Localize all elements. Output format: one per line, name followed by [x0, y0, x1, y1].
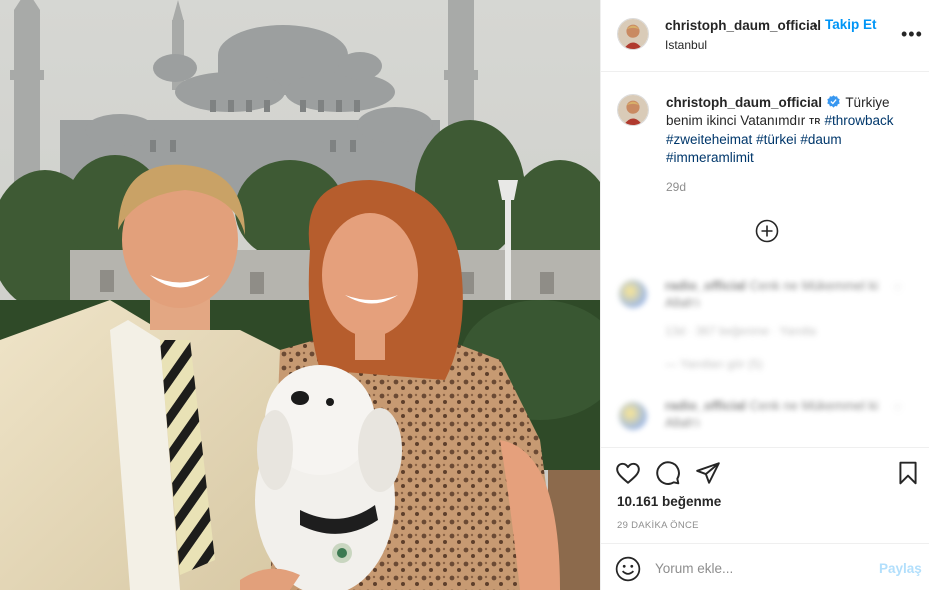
comment-icon[interactable] [655, 460, 681, 486]
heart-icon[interactable] [615, 460, 641, 486]
comment-like-icon[interactable]: ♡ [893, 282, 903, 295]
hashtag-link[interactable]: #daum [800, 132, 841, 147]
comment-username[interactable]: radio_official [665, 278, 746, 293]
hashtag-link[interactable]: #throwback [825, 113, 894, 128]
emoji-icon[interactable] [615, 556, 641, 582]
bookmark-icon[interactable] [895, 460, 921, 486]
post-location[interactable]: Istanbul [665, 38, 707, 52]
post-details-panel: christoph_daum_official • Takip Et Istan… [600, 0, 929, 590]
author-username[interactable]: christoph_daum_official [665, 18, 821, 33]
avatar[interactable] [617, 18, 649, 50]
comment-avatar[interactable] [619, 402, 647, 430]
posted-time[interactable]: 29 DAKİKA ÖNCE [617, 520, 699, 531]
avatar-image [618, 19, 648, 49]
add-comment-bar: Paylaş [601, 543, 929, 590]
comment-text: Cenk ne Mükemmel ki [749, 398, 879, 413]
comment-like-icon[interactable]: ♡ [893, 402, 903, 415]
follow-button[interactable]: Takip Et [825, 17, 877, 32]
post-comment-button[interactable]: Paylaş [879, 561, 922, 576]
caption-avatar[interactable] [617, 94, 649, 126]
hashtag-link[interactable]: #zweiteheimat [666, 132, 752, 147]
comment-avatar[interactable] [619, 280, 647, 308]
hashtag-link[interactable]: #immeramlimit [666, 150, 754, 165]
more-options-icon[interactable]: ••• [901, 24, 922, 44]
comment-text: Cenk ne Mükemmel ki [749, 278, 879, 293]
header-separator: • [813, 18, 818, 33]
flag-emoji: TR [809, 117, 821, 126]
comment-meta: 13d · 367 beğenme · Yanıtla [665, 324, 816, 338]
hashtag-link[interactable]: #türkei [756, 132, 797, 147]
caption-text: christoph_daum_official Türkiye benim ik… [666, 94, 918, 167]
action-bar: 10.161 beğenme 29 DAKİKA ÖNCE [601, 447, 929, 543]
caption-avatar-image [618, 95, 648, 125]
comment-input[interactable] [655, 557, 870, 579]
post-header: christoph_daum_official • Takip Et Istan… [601, 0, 929, 72]
caption-username[interactable]: christoph_daum_official [666, 95, 822, 110]
caption-time: 29d [666, 180, 687, 194]
comment-text-continued: Allah'ı [665, 295, 701, 310]
send-icon[interactable] [695, 460, 721, 486]
comment-username[interactable]: radio_official [665, 398, 746, 413]
post-photo-illustration [0, 0, 600, 590]
view-replies-link[interactable]: — Yanıtları gör (5) [665, 357, 763, 371]
post-photo[interactable] [0, 0, 600, 590]
comment-text-continued: Allah'ı [665, 415, 701, 430]
likes-count[interactable]: 10.161 beğenme [617, 494, 721, 509]
plus-circle-icon[interactable] [755, 219, 779, 243]
verified-badge-icon [827, 95, 840, 108]
comments-area[interactable]: christoph_daum_official Türkiye benim ik… [601, 72, 929, 452]
